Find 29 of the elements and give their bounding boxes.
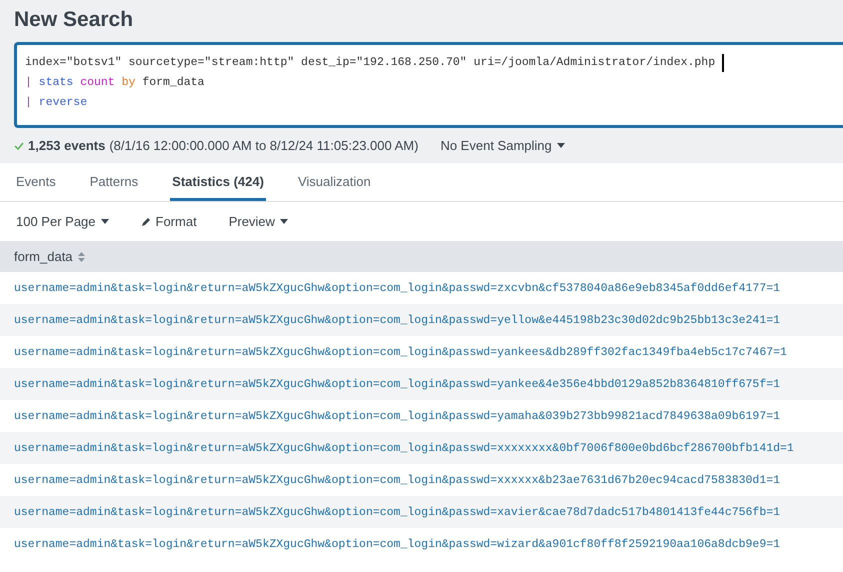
caret-icon [556, 143, 565, 148]
table-cell: username=admin&task=login&return=aW5kZXgucGhw&option=com_login&passwd=yellow&e445198b23c30d02dc9b25bb13c3e241=1 [14, 314, 780, 326]
time-range: (8/1/16 12:00:00.000 AM to 8/12/24 11:05:23.000 AM) [109, 138, 418, 153]
caret-icon [100, 219, 109, 224]
caret-icon [280, 219, 288, 224]
pencil-icon [140, 216, 151, 226]
text-cursor [722, 54, 724, 72]
table-cell: username=admin&task=login&return=aW5kZXgucGhw&option=com_login&passwd=zxcvbn&cf5378040a86e9eb8345af0dd6ef4177=1 [14, 282, 780, 294]
format-button[interactable]: Format [140, 214, 197, 229]
search-query-field[interactable]: index="botsv1" sourcetype="stream:http" dest_ip="192.168.250.70" uri=/joomla/Administrator/index.php | stats count by form_data | reverse [14, 42, 843, 128]
preview-dropdown[interactable]: Preview [228, 214, 288, 229]
per-page-dropdown[interactable]: 100 Per Page [16, 214, 109, 229]
table-cell: username=admin&task=login&return=aW5kZXgucGhw&option=com_login&passwd=xxxxxxxx&0bf7006f800e0bd6bcf286700bfb141d=1 [14, 442, 794, 454]
table-cell: username=admin&task=login&return=aW5kZXgucGhw&option=com_login&passwd=xavier&cae78d7dadc517b4801413fe44c756fb=1 [14, 506, 780, 518]
event-count: 1,253 events [28, 138, 106, 153]
sampling-dropdown[interactable]: No Event Sampling [440, 138, 565, 153]
column-header[interactable]: form_data [14, 249, 85, 264]
results-tab[interactable]: Events [14, 163, 58, 201]
check-icon [14, 142, 24, 150]
table-cell: username=admin&task=login&return=aW5kZXgucGhw&option=com_login&passwd=yankees&db289ff302fac1349fba4eb5c17c7467=1 [14, 346, 787, 358]
results-tab[interactable]: Patterns [88, 163, 140, 201]
page-title: New Search [14, 8, 134, 32]
table-cell: username=admin&task=login&return=aW5kZXgucGhw&option=com_login&passwd=xxxxxx&b23ae7631d67b20ec94cacd7583830d1=1 [14, 474, 780, 486]
table-cell: username=admin&task=login&return=aW5kZXgucGhw&option=com_login&passwd=yamaha&039b273bb99821acd7849638a09b6197=1 [14, 410, 780, 422]
results-tab[interactable]: Statistics (424) [170, 163, 266, 201]
table-cell: username=admin&task=login&return=aW5kZXgucGhw&option=com_login&passwd=yankee&4e356e4bbd0129a852b8364810ff675f=1 [14, 378, 780, 390]
table-cell: username=admin&task=login&return=aW5kZXgucGhw&option=com_login&passwd=wizard&a901cf80ff8f2592190aa106a8dcb9e9=1 [14, 538, 780, 550]
results-tab[interactable]: Visualization [296, 163, 373, 201]
sort-icon [78, 252, 85, 262]
